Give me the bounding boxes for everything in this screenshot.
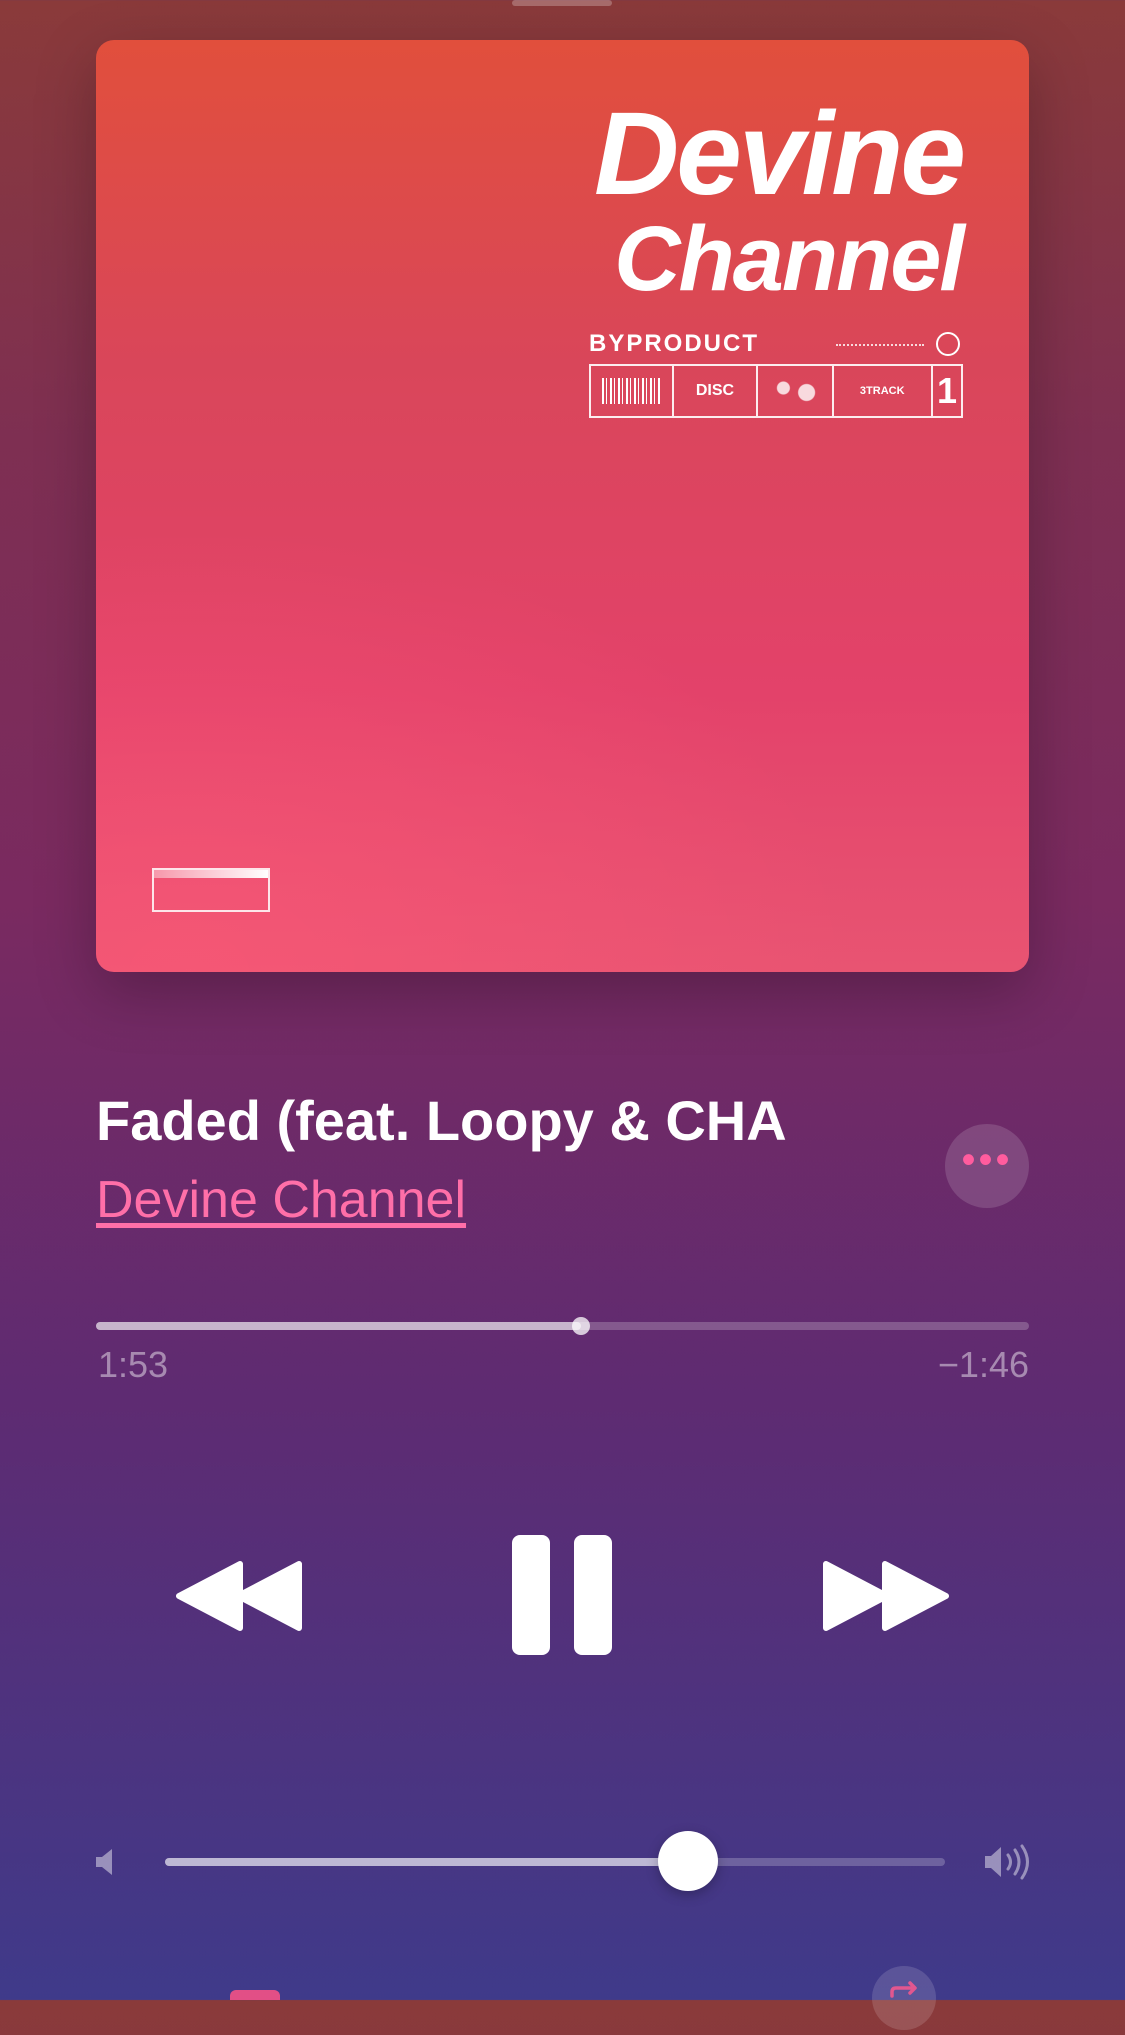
scrubber-knob[interactable] [572,1317,591,1335]
artwork-number: 1 [936,370,957,411]
artwork-warning-box [152,868,270,912]
album-artwork: Devine Channel BYPRODUCT DISC 3TRACK 1 [96,40,1029,972]
volume-low-icon [96,1848,118,1881]
artwork-info-box: DISC 3TRACK 1 [589,364,963,418]
next-track-button[interactable] [820,1560,950,1632]
ellipsis-icon: ••• [961,1138,1013,1182]
artwork-disc-label: DISC [695,382,735,399]
artwork-circle-icon [936,332,960,356]
repeat-icon [890,1981,917,1998]
artwork-number-cell: 1 [933,366,961,416]
artwork-disc-cell: DISC [674,366,759,416]
grab-handle[interactable] [512,0,612,6]
playback-scrubber[interactable] [96,1317,1029,1335]
artwork-track-cell: 3TRACK [834,366,933,416]
time-remaining: −1:46 [937,1344,1029,1385]
rewind-icon [176,1561,302,1631]
artwork-track-label: 3TRACK [859,384,905,397]
more-options-button[interactable]: ••• [945,1124,1029,1208]
repeat-button[interactable] [872,1966,936,2030]
artwork-subtitle: BYPRODUCT [589,330,760,357]
song-title: Faded (feat. Loopy & CHA [96,1089,787,1152]
volume-knob[interactable] [657,1831,718,1891]
artwork-title: Devine Channel [594,88,966,311]
volume-high-icon [985,1844,1033,1885]
artwork-dotted-line [836,344,924,346]
time-elapsed: 1:53 [98,1344,169,1385]
artist-link[interactable]: Devine Channel [96,1170,466,1230]
volume-slider[interactable] [165,1831,945,1891]
pause-button[interactable] [512,1535,616,1655]
pause-icon [512,1535,612,1655]
previous-track-button[interactable] [175,1560,305,1632]
volume-fill [165,1858,688,1866]
barcode-icon [591,366,674,416]
artwork-title-line1: Devine [594,88,966,220]
scrubber-fill [96,1322,582,1330]
world-map-icon [758,366,834,416]
fast-forward-icon [823,1561,949,1631]
lyrics-button[interactable] [230,1990,280,2000]
artwork-title-line2: Channel [614,208,965,311]
